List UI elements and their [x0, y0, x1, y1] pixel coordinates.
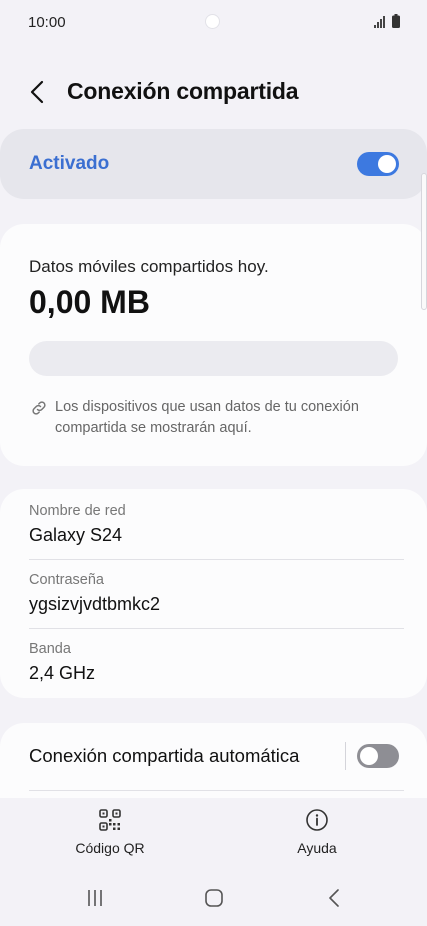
- divider: [29, 559, 404, 560]
- recent-apps-icon: [88, 890, 102, 906]
- toggle-knob: [378, 155, 396, 173]
- system-back-button[interactable]: [319, 886, 349, 910]
- scrollbar[interactable]: [421, 173, 427, 310]
- qr-code-button[interactable]: Código QR: [50, 808, 170, 856]
- data-usage-amount: 0,00 MB: [29, 284, 150, 320]
- page-title: Conexión compartida: [67, 78, 299, 104]
- network-info-card: Nombre de red Galaxy S24 Contraseña ygsi…: [0, 489, 427, 698]
- camera-cutout: [206, 15, 219, 28]
- signal-icon: [374, 16, 385, 28]
- divider: [29, 790, 404, 791]
- home-button[interactable]: [199, 886, 229, 910]
- auto-hotspot-card[interactable]: Conexión compartida automática: [0, 723, 427, 798]
- info-icon: [306, 809, 328, 831]
- back-icon: [329, 889, 339, 907]
- connected-devices-note: Los dispositivos que usan datos de tu co…: [55, 399, 359, 436]
- help-button[interactable]: Ayuda: [257, 808, 377, 856]
- password-label: Contraseña: [29, 572, 104, 588]
- app-header: Conexión compartida: [0, 66, 427, 118]
- bottom-action-bar: Código QR Ayuda: [0, 798, 427, 868]
- status-time: 10:00: [28, 14, 66, 31]
- divider: [29, 628, 404, 629]
- master-toggle[interactable]: [357, 152, 399, 176]
- home-icon: [205, 889, 223, 907]
- link-icon: [32, 401, 46, 415]
- network-name-value: Galaxy S24: [29, 525, 123, 545]
- band-row[interactable]: Banda 2,4 GHz: [29, 641, 404, 684]
- back-button[interactable]: [22, 76, 52, 108]
- auto-hotspot-toggle[interactable]: [357, 744, 399, 768]
- band-label: Banda: [29, 641, 71, 657]
- network-name-label: Nombre de red: [29, 503, 126, 519]
- band-value: 2,4 GHz: [29, 663, 96, 683]
- recent-apps-button[interactable]: [80, 886, 110, 910]
- help-label: Ayuda: [297, 840, 337, 856]
- network-name-row[interactable]: Nombre de red Galaxy S24: [29, 503, 404, 546]
- password-value: ygsizvjvdtbmkc2: [29, 594, 161, 614]
- qr-code-label: Código QR: [75, 840, 145, 856]
- data-usage-caption: Datos móviles compartidos hoy.: [29, 257, 269, 276]
- screen: 10:00 Conexión compartida Activado Datos…: [0, 0, 427, 926]
- auto-hotspot-separator: [345, 742, 346, 770]
- auto-hotspot-label: Conexión compartida automática: [29, 745, 300, 766]
- password-row[interactable]: Contraseña ygsizvjvdtbmkc2: [29, 572, 404, 615]
- status-bar: 10:00: [0, 0, 427, 44]
- qr-code-icon: [99, 809, 121, 831]
- data-usage-bar: [29, 341, 398, 376]
- battery-icon: [392, 14, 400, 28]
- system-nav-bar: [0, 868, 427, 926]
- master-switch-card[interactable]: Activado: [0, 129, 427, 199]
- data-usage-card: Datos móviles compartidos hoy. 0,00 MB L…: [0, 224, 427, 466]
- chevron-left-icon: [30, 80, 44, 104]
- master-switch-label: Activado: [29, 153, 110, 174]
- toggle-knob: [360, 747, 378, 765]
